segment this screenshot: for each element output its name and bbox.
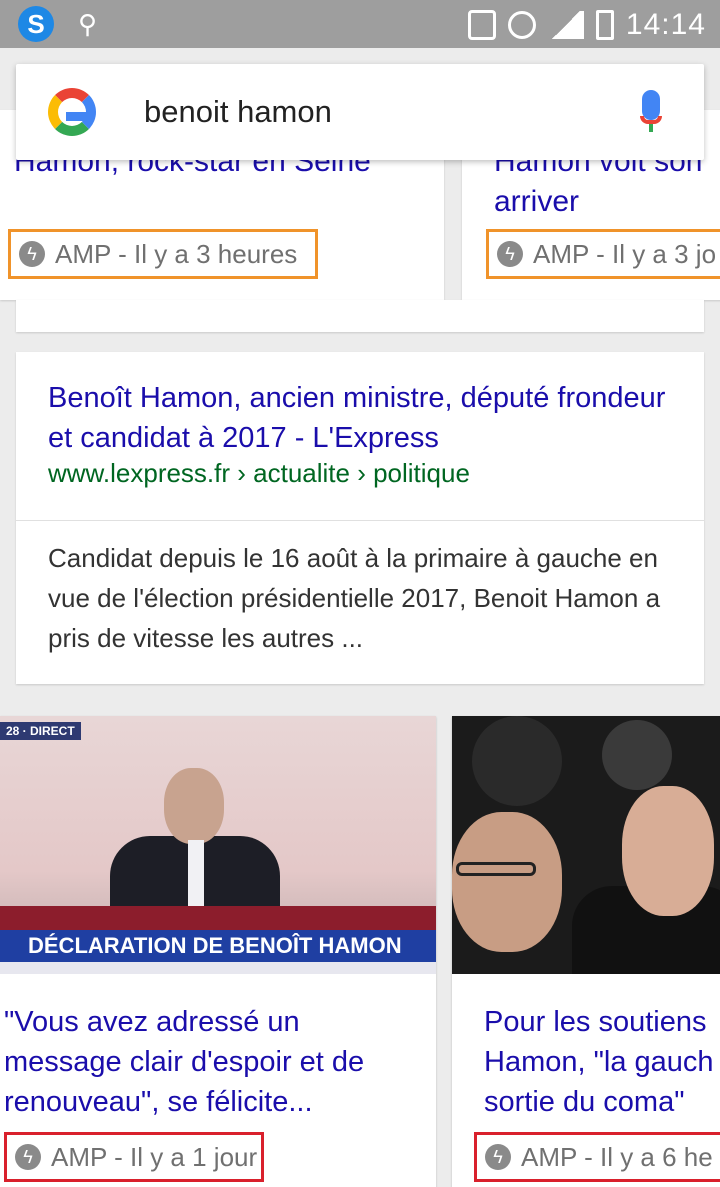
- tv-banner: DÉCLARATION DE BENOÎT HAMON: [0, 930, 436, 962]
- mic-icon[interactable]: [640, 90, 662, 136]
- title-line: Pour les soutiens: [484, 1006, 707, 1038]
- vibrate-icon: [467, 10, 496, 40]
- amp-meta: AMP - Il y a 3 heures: [55, 238, 298, 269]
- news-card-2[interactable]: Pour les soutiens Hamon, "la gauch sorti…: [452, 716, 720, 1187]
- signal-icon: [547, 11, 584, 39]
- amp-bolt-icon: ϟ: [19, 241, 45, 267]
- amp-meta: AMP - Il y a 3 jo: [533, 238, 717, 269]
- title-line: Hamon, "la gauch: [484, 1046, 714, 1078]
- result-snippet: Candidat depuis le 16 août à la primaire…: [48, 543, 661, 653]
- google-logo: [48, 88, 96, 136]
- amp-timestamp: ϟ AMP - Il y a 3 jo: [486, 229, 720, 279]
- search-bar[interactable]: benoit hamon: [16, 64, 704, 160]
- live-badge: 28 · DIRECT: [0, 722, 81, 740]
- amp-meta: AMP - Il y a 1 jour: [51, 1141, 258, 1172]
- amp-bolt-icon: ϟ: [485, 1144, 511, 1170]
- card-divider-strip: [16, 300, 704, 332]
- amp-bolt-icon: ϟ: [497, 241, 523, 267]
- search-result[interactable]: Benoît Hamon, ancien ministre, député fr…: [16, 352, 704, 684]
- amp-timestamp: ϟ AMP - Il y a 3 heures: [8, 229, 318, 279]
- news-card-title[interactable]: Pour les soutiens Hamon, "la gauch sorti…: [484, 1002, 720, 1122]
- usb-icon: ⚲: [78, 8, 98, 39]
- news-thumbnail[interactable]: 28 · DIRECT DÉCLARATION DE BENOÎT HAMON: [0, 716, 436, 974]
- result-url[interactable]: www.lexpress.fr › actualite › politique: [48, 458, 470, 489]
- divider: [16, 520, 704, 521]
- amp-timestamp: ϟ AMP - Il y a 1 jour: [4, 1132, 264, 1182]
- title-line: sortie du coma": [484, 1086, 685, 1118]
- news-card-title[interactable]: "Vous avez adressé un message clair d'es…: [4, 1002, 414, 1122]
- alarm-icon: [507, 11, 536, 39]
- search-input[interactable]: benoit hamon: [144, 94, 332, 130]
- title-line: arriver: [494, 185, 580, 218]
- amp-timestamp: ϟ AMP - Il y a 6 he: [474, 1132, 720, 1182]
- result-title-link[interactable]: Benoît Hamon, ancien ministre, député fr…: [48, 378, 668, 458]
- tv-ticker: [0, 962, 436, 974]
- amp-bolt-icon: ϟ: [15, 1144, 41, 1170]
- swiftkey-icon: S: [18, 6, 54, 42]
- amp-meta: AMP - Il y a 6 he: [521, 1141, 713, 1172]
- status-bar: S ⚲ 14:14: [0, 0, 720, 48]
- news-card-1[interactable]: 28 · DIRECT DÉCLARATION DE BENOÎT HAMON …: [0, 716, 436, 1187]
- news-thumbnail[interactable]: [452, 716, 720, 974]
- battery-icon: [595, 10, 614, 40]
- clock-time: 14:14: [625, 8, 706, 41]
